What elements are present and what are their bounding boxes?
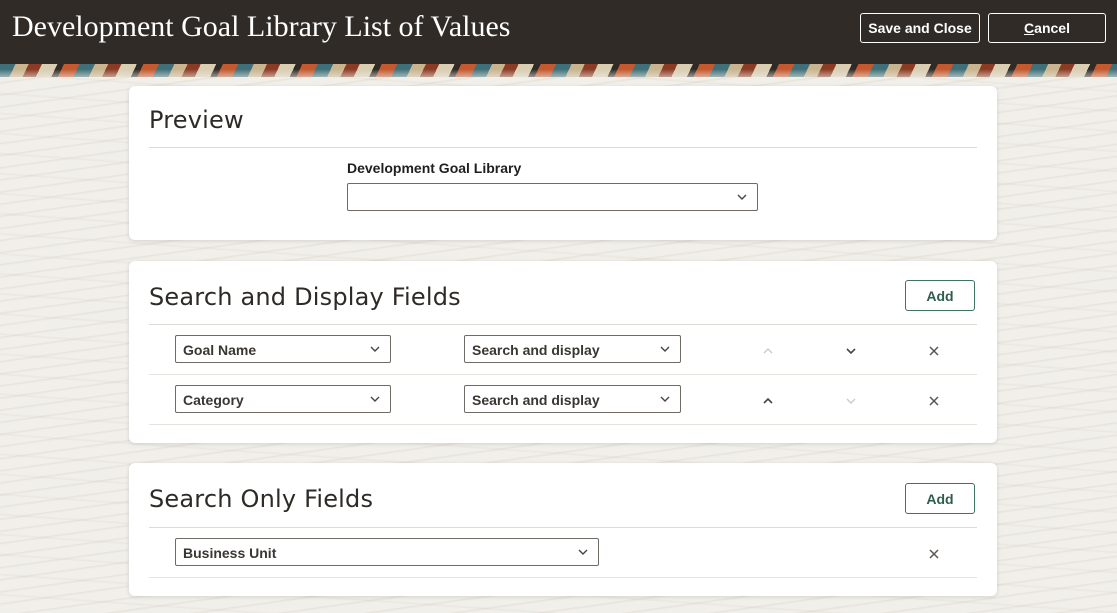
chevron-down-icon xyxy=(370,346,380,352)
row-divider xyxy=(149,374,977,375)
move-up-button-goal-name[interactable] xyxy=(758,341,778,361)
chevron-down-icon xyxy=(846,398,856,404)
mode-select-goal-name[interactable]: Search and display xyxy=(464,335,681,363)
close-icon xyxy=(929,396,939,406)
add-search-only-field-button[interactable]: Add xyxy=(905,483,975,514)
search-display-divider xyxy=(149,324,977,325)
close-icon xyxy=(929,549,939,559)
remove-button-business-unit[interactable] xyxy=(924,544,944,564)
page-header: Development Goal Library List of Values … xyxy=(0,0,1117,64)
page-title: Development Goal Library List of Values xyxy=(12,10,511,43)
save-and-close-button[interactable]: Save and Close xyxy=(860,13,980,43)
mode-select-value: Search and display xyxy=(472,342,600,358)
field-select-value: Category xyxy=(183,392,244,408)
preview-card: Preview Development Goal Library xyxy=(129,86,997,240)
row-divider xyxy=(149,577,977,578)
cancel-label-rest: ancel xyxy=(1034,20,1070,36)
add-search-display-field-button[interactable]: Add xyxy=(905,280,975,311)
search-display-title: Search and Display Fields xyxy=(149,283,461,311)
move-down-button-category[interactable] xyxy=(841,391,861,411)
move-up-button-category[interactable] xyxy=(758,391,778,411)
preview-divider xyxy=(149,147,977,148)
search-only-card: Search Only Fields Add Business Unit xyxy=(129,463,997,596)
development-goal-library-label: Development Goal Library xyxy=(347,160,522,176)
chevron-down-icon xyxy=(578,549,588,555)
field-select-category[interactable]: Category xyxy=(175,385,391,413)
chevron-up-icon xyxy=(763,397,773,404)
search-only-title: Search Only Fields xyxy=(149,485,374,513)
chevron-down-icon xyxy=(660,346,670,352)
banner-fade xyxy=(0,64,1117,77)
development-goal-library-select[interactable] xyxy=(347,183,758,211)
cancel-button[interactable]: Cancel xyxy=(988,13,1106,43)
remove-button-goal-name[interactable] xyxy=(924,341,944,361)
row-divider xyxy=(149,424,977,425)
preview-title: Preview xyxy=(149,106,244,134)
chevron-down-icon xyxy=(660,396,670,402)
field-select-value: Business Unit xyxy=(183,545,277,561)
mode-select-category[interactable]: Search and display xyxy=(464,385,681,413)
search-only-divider xyxy=(149,527,977,528)
field-select-value: Goal Name xyxy=(183,342,257,358)
mode-select-value: Search and display xyxy=(472,392,600,408)
field-select-goal-name[interactable]: Goal Name xyxy=(175,335,391,363)
field-select-business-unit[interactable]: Business Unit xyxy=(175,538,599,566)
chevron-down-icon xyxy=(737,194,747,200)
cancel-mnemonic: C xyxy=(1024,20,1035,36)
chevron-up-icon xyxy=(763,348,773,354)
close-icon xyxy=(929,346,939,356)
chevron-down-icon xyxy=(370,396,380,402)
remove-button-category[interactable] xyxy=(924,391,944,411)
move-down-button-goal-name[interactable] xyxy=(841,341,861,361)
chevron-down-icon xyxy=(846,348,856,355)
search-display-card: Search and Display Fields Add Goal Name … xyxy=(129,261,997,443)
